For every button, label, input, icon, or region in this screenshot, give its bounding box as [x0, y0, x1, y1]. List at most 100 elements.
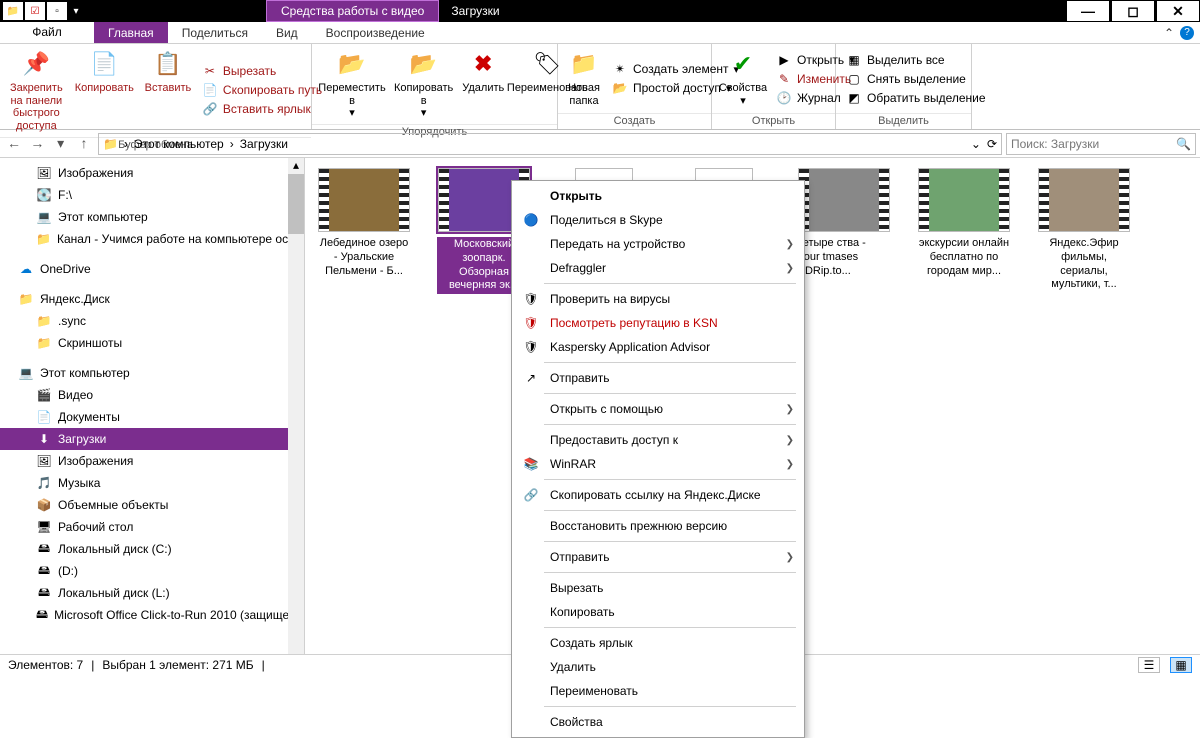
- recent-button[interactable]: ▾: [51, 135, 71, 152]
- tree-item-label: Канал - Учимся работе на компьютере осно…: [57, 232, 305, 246]
- tree-item-label: .sync: [58, 314, 86, 328]
- invert-selection-button[interactable]: ◩Обратить выделение: [846, 90, 986, 106]
- tree-item[interactable]: Изображения: [0, 450, 304, 472]
- tree-item[interactable]: F:\: [0, 184, 304, 206]
- move-icon: 📂: [336, 48, 368, 80]
- tree-item-label: Видео: [58, 388, 93, 402]
- scroll-thumb[interactable]: [288, 174, 304, 234]
- move-to-button[interactable]: 📂Переместить в▾: [316, 46, 388, 122]
- qat-check-icon[interactable]: ☑: [25, 2, 45, 20]
- context-menu-item[interactable]: Открыть: [512, 184, 804, 208]
- context-menu-item[interactable]: Предоставить доступ к❯: [512, 428, 804, 452]
- tree-item[interactable]: Музыка: [0, 472, 304, 494]
- maximize-button[interactable]: ◻: [1111, 0, 1155, 22]
- tree-item[interactable]: Видео: [0, 384, 304, 406]
- new-folder-button[interactable]: 📁Новая папка: [562, 46, 606, 111]
- forward-button[interactable]: →: [27, 135, 47, 151]
- tree-item[interactable]: Локальный диск (L:): [0, 582, 304, 604]
- context-menu-item[interactable]: Переименовать: [512, 679, 804, 703]
- chevron-up-icon[interactable]: ⌃: [1164, 26, 1174, 40]
- copy-to-button[interactable]: 📂Копировать в▾: [388, 46, 459, 122]
- context-menu-item[interactable]: 🛡Проверить на вирусы: [512, 287, 804, 311]
- context-menu-item[interactable]: 🔗Скопировать ссылку на Яндекс.Диске: [512, 483, 804, 507]
- chevron-right-icon: ❯: [786, 404, 794, 415]
- copy-button[interactable]: 📄Копировать: [69, 46, 140, 135]
- navigation-tree[interactable]: ▴ ИзображенияF:\Этот компьютерКанал - Уч…: [0, 158, 305, 654]
- close-button[interactable]: ✕: [1156, 0, 1200, 22]
- scrollbar[interactable]: ▴: [288, 158, 304, 654]
- tab-file[interactable]: Файл: [0, 22, 94, 43]
- file-item[interactable]: четыре ства - Four tmases HDRip.to...: [797, 168, 891, 278]
- qat-dropdown-icon[interactable]: ▾: [69, 2, 83, 20]
- crumb-downloads[interactable]: Загрузки: [240, 137, 288, 151]
- properties-button[interactable]: ✔Свойства▾: [716, 46, 770, 111]
- context-menu-item[interactable]: 🔵Поделиться в Skype: [512, 208, 804, 232]
- context-menu-item[interactable]: Отправить❯: [512, 545, 804, 569]
- dropdown-icon[interactable]: ⌄: [971, 137, 981, 151]
- help-icon[interactable]: ?: [1180, 26, 1194, 40]
- qat-folder-icon[interactable]: 📁: [3, 2, 23, 20]
- details-view-button[interactable]: ☰: [1138, 657, 1160, 673]
- file-item[interactable]: Яндекс.Эфир фильмы, сериалы, мультики, т…: [1037, 168, 1131, 292]
- context-menu-item[interactable]: Открыть с помощью❯: [512, 397, 804, 421]
- context-menu-item[interactable]: Defraggler❯: [512, 256, 804, 280]
- cut-button[interactable]: ✂Вырезать: [202, 63, 322, 79]
- tree-item[interactable]: Канал - Учимся работе на компьютере осно…: [0, 228, 304, 250]
- vid-icon: [36, 387, 52, 403]
- file-item[interactable]: экскурсии онлайн бесплатно по городам ми…: [917, 168, 1011, 278]
- tab-play[interactable]: Воспроизведение: [312, 22, 439, 43]
- context-menu-item[interactable]: ↗Отправить: [512, 366, 804, 390]
- context-menu-item[interactable]: 🛡Посмотреть репутацию в KSN: [512, 311, 804, 335]
- context-menu-item[interactable]: Свойства: [512, 710, 804, 734]
- context-menu-item[interactable]: Удалить: [512, 655, 804, 679]
- scroll-up-icon[interactable]: ▴: [288, 158, 304, 172]
- tree-item[interactable]: Изображения: [0, 162, 304, 184]
- select-none-button[interactable]: ▢Снять выделение: [846, 71, 986, 87]
- context-menu-item[interactable]: Копировать: [512, 600, 804, 624]
- pin-button[interactable]: 📌Закрепить на панели быстрого доступа: [4, 46, 69, 135]
- tree-item[interactable]: Загрузки: [0, 428, 304, 450]
- menu-item-label: Создать ярлык: [550, 636, 633, 650]
- context-menu-item[interactable]: Вырезать: [512, 576, 804, 600]
- contextual-tab[interactable]: Средства работы с видео: [266, 0, 439, 22]
- copy-path-button[interactable]: 📄Скопировать путь: [202, 82, 322, 98]
- tree-item[interactable]: (D:): [0, 560, 304, 582]
- tree-item[interactable]: Скриншоты: [0, 332, 304, 354]
- ribbon-tabs: Файл Главная Поделиться Вид Воспроизведе…: [0, 22, 1200, 44]
- paste-shortcut-button[interactable]: 🔗Вставить ярлык: [202, 101, 322, 117]
- tree-item[interactable]: Объемные объекты: [0, 494, 304, 516]
- tree-item[interactable]: Этот компьютер: [0, 206, 304, 228]
- minimize-button[interactable]: —: [1066, 0, 1110, 22]
- breadcrumb[interactable]: 📁 › Этот компьютер › Загрузки ⌄ ⟳: [98, 133, 1002, 155]
- menu-item-label: Удалить: [550, 660, 596, 674]
- tab-home[interactable]: Главная: [94, 22, 168, 43]
- tree-item[interactable]: Этот компьютер: [0, 362, 304, 384]
- delete-button[interactable]: ✖Удалить: [459, 46, 507, 122]
- search-input[interactable]: Поиск: Загрузки 🔍: [1006, 133, 1196, 155]
- tree-item[interactable]: OneDrive: [0, 258, 304, 280]
- tree-item[interactable]: .sync: [0, 310, 304, 332]
- tree-item[interactable]: Локальный диск (C:): [0, 538, 304, 560]
- context-menu-item[interactable]: Создать ярлык: [512, 631, 804, 655]
- qat-item-icon[interactable]: ▫: [47, 2, 67, 20]
- context-menu-item[interactable]: 🛡Kaspersky Application Advisor: [512, 335, 804, 359]
- tab-view[interactable]: Вид: [262, 22, 312, 43]
- tree-item[interactable]: Рабочий стол: [0, 516, 304, 538]
- crumb-this-pc[interactable]: Этот компьютер: [134, 137, 224, 151]
- context-menu-item[interactable]: Передать на устройство❯: [512, 232, 804, 256]
- tree-item[interactable]: Microsoft Office Click-to-Run 2010 (защи…: [0, 604, 304, 626]
- menu-item-label: Вырезать: [550, 581, 603, 595]
- paste-button[interactable]: 📋Вставить: [140, 46, 196, 135]
- refresh-button[interactable]: ⟳: [987, 137, 997, 151]
- tree-item[interactable]: Документы: [0, 406, 304, 428]
- file-item[interactable]: Лебединое озеро - Уральские Пельмени - Б…: [317, 168, 411, 278]
- tab-share[interactable]: Поделиться: [168, 22, 262, 43]
- context-menu-item[interactable]: 📚WinRAR❯: [512, 452, 804, 476]
- select-all-button[interactable]: ▦Выделить все: [846, 52, 986, 68]
- icons-view-button[interactable]: ▦: [1170, 657, 1192, 673]
- up-button[interactable]: ↑: [74, 135, 94, 151]
- ribbon-help[interactable]: ⌃?: [1158, 22, 1200, 43]
- back-button[interactable]: ←: [4, 135, 24, 151]
- context-menu-item[interactable]: Восстановить прежнюю версию: [512, 514, 804, 538]
- tree-item[interactable]: Яндекс.Диск: [0, 288, 304, 310]
